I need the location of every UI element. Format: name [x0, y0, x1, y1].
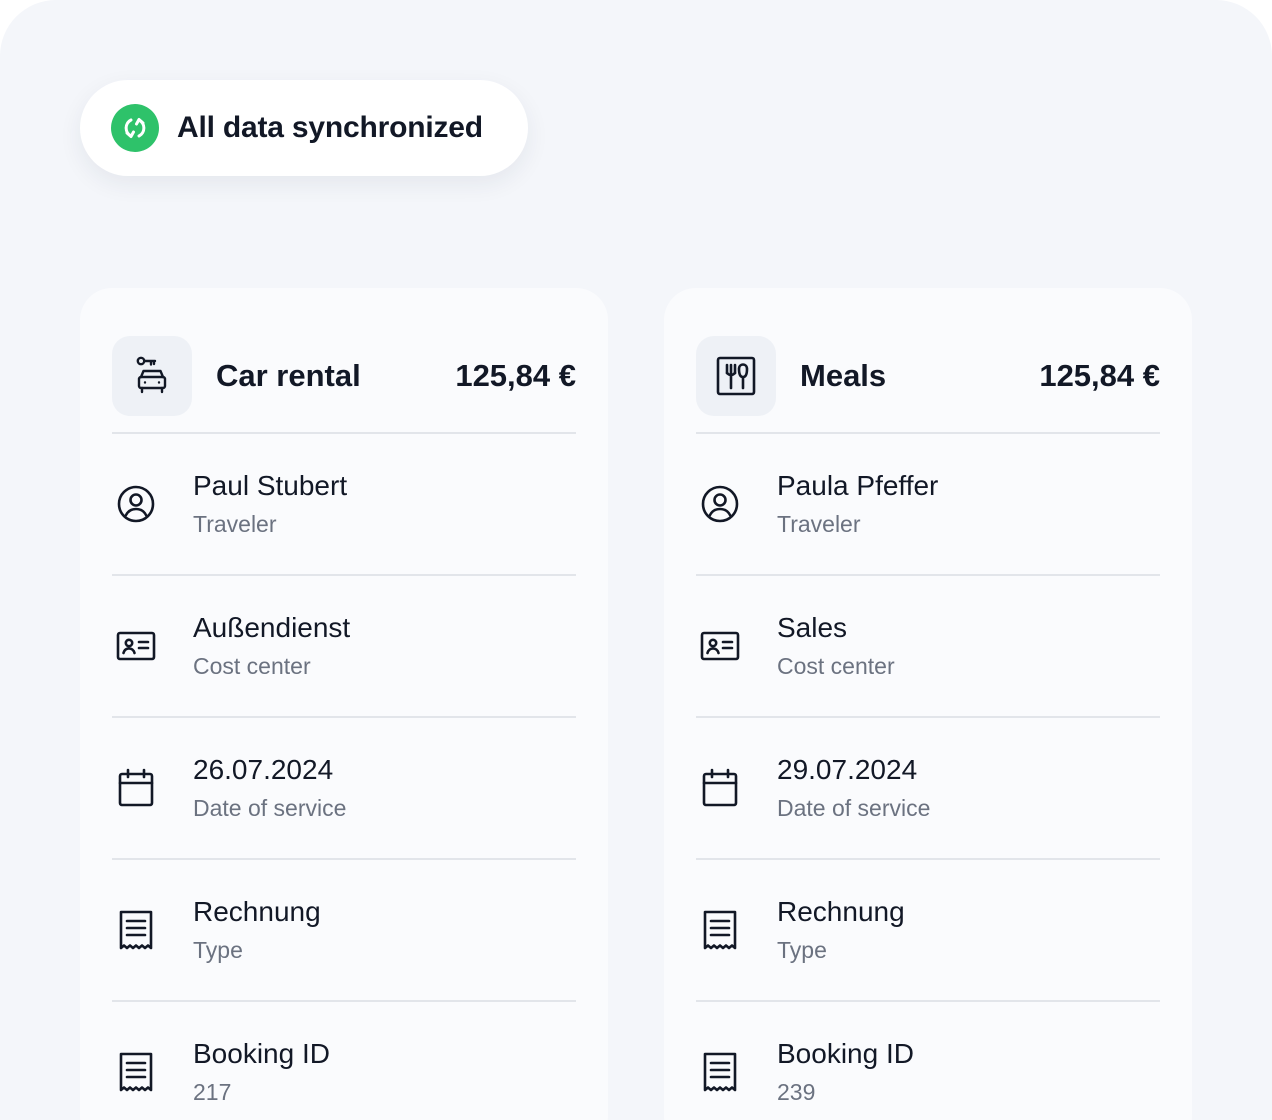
- field-cost-center[interactable]: Sales Cost center: [696, 574, 1160, 716]
- card-amount: 125,84 €: [1039, 358, 1160, 393]
- field-traveler[interactable]: Paula Pfeffer Traveler: [696, 432, 1160, 574]
- card-category-title: Meals: [800, 358, 887, 393]
- id-card-icon: [696, 622, 744, 670]
- receipt-icon: [696, 906, 744, 954]
- card-header: Car rental 125,84 €: [112, 288, 576, 432]
- app-background: All data synchronized Car rental 125,84 …: [0, 0, 1272, 1120]
- field-value: Rechnung: [777, 896, 905, 927]
- field-label: Cost center: [777, 653, 895, 679]
- card-header: Meals 125,84 €: [696, 288, 1160, 432]
- receipt-icon: [112, 1048, 160, 1096]
- field-value: Sales: [777, 612, 848, 643]
- field-booking-id[interactable]: Booking ID 239: [696, 1000, 1160, 1120]
- card-amount: 125,84 €: [455, 358, 576, 393]
- expense-card-car-rental[interactable]: Car rental 125,84 € Paul Stubert Travele…: [80, 288, 608, 1120]
- field-value: 29.07.2024: [777, 754, 918, 785]
- field-label: Traveler: [777, 511, 861, 537]
- field-label: Cost center: [193, 653, 311, 679]
- field-booking-id[interactable]: Booking ID 217: [112, 1000, 576, 1120]
- id-card-icon: [112, 622, 160, 670]
- field-label: 239: [777, 1079, 816, 1105]
- field-label: 217: [193, 1079, 232, 1105]
- meals-icon: [696, 336, 776, 416]
- receipt-icon: [112, 906, 160, 954]
- calendar-icon: [112, 764, 160, 812]
- field-date-of-service[interactable]: 26.07.2024 Date of service: [112, 716, 576, 858]
- field-value: Booking ID: [193, 1038, 330, 1069]
- receipt-icon: [696, 1048, 744, 1096]
- field-label: Traveler: [193, 511, 277, 537]
- field-type[interactable]: Rechnung Type: [112, 858, 576, 1000]
- field-label: Date of service: [777, 795, 931, 821]
- field-traveler[interactable]: Paul Stubert Traveler: [112, 432, 576, 574]
- user-circle-icon: [112, 480, 160, 528]
- user-circle-icon: [696, 480, 744, 528]
- field-value: Paul Stubert: [193, 470, 348, 501]
- field-value: Außendienst: [193, 612, 351, 643]
- field-label: Type: [193, 937, 243, 963]
- car-rental-icon: [112, 336, 192, 416]
- field-value: Paula Pfeffer: [777, 470, 939, 501]
- sync-status-badge: All data synchronized: [80, 80, 528, 176]
- field-type[interactable]: Rechnung Type: [696, 858, 1160, 1000]
- card-category-title: Car rental: [216, 358, 361, 393]
- field-label: Date of service: [193, 795, 347, 821]
- field-value: 26.07.2024: [193, 754, 334, 785]
- calendar-icon: [696, 764, 744, 812]
- sync-status-text: All data synchronized: [177, 111, 483, 144]
- field-label: Type: [777, 937, 827, 963]
- field-date-of-service[interactable]: 29.07.2024 Date of service: [696, 716, 1160, 858]
- field-value: Rechnung: [193, 896, 321, 927]
- field-cost-center[interactable]: Außendienst Cost center: [112, 574, 576, 716]
- sync-icon: [111, 104, 159, 152]
- expense-card-meals[interactable]: Meals 125,84 € Paula Pfeffer Traveler Sa…: [664, 288, 1192, 1120]
- field-value: Booking ID: [777, 1038, 914, 1069]
